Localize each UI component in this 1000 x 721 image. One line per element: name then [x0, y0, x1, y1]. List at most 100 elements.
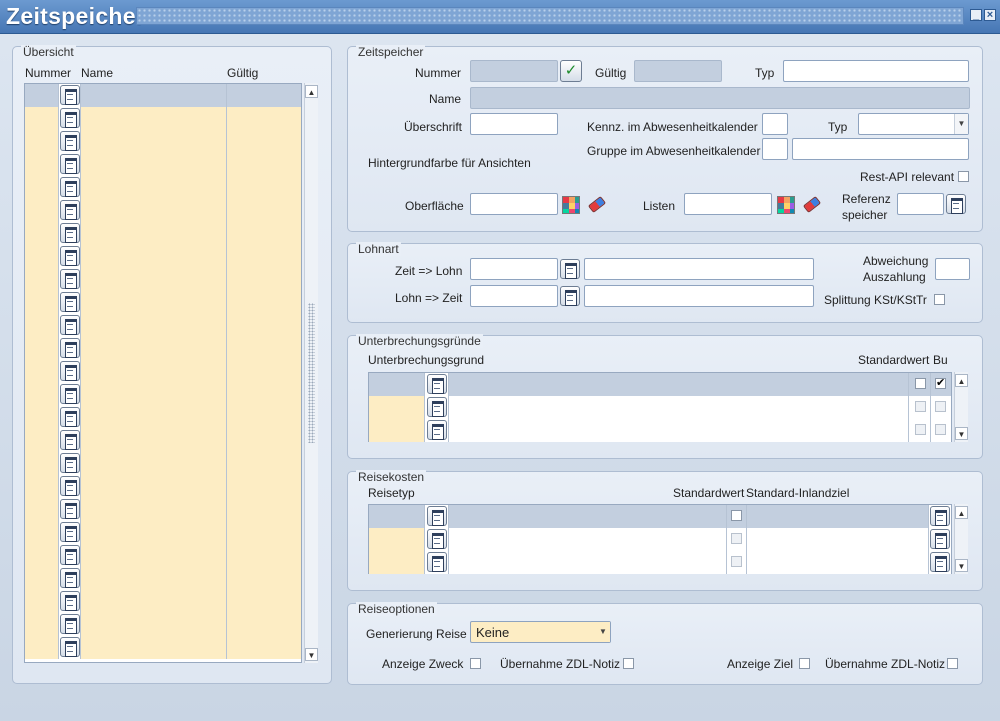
- referenz-field[interactable]: [897, 193, 944, 215]
- code-cell[interactable]: [369, 373, 425, 396]
- name-cell[interactable]: [81, 130, 227, 153]
- listen-field[interactable]: [684, 193, 772, 215]
- name-cell[interactable]: [81, 613, 227, 636]
- bu-checkbox[interactable]: ✔: [935, 377, 946, 389]
- reisekosten-table[interactable]: [368, 504, 952, 574]
- gueltig-cell[interactable]: [227, 291, 301, 314]
- name-cell[interactable]: [81, 521, 227, 544]
- standard-checkbox[interactable]: [731, 533, 742, 544]
- gueltig-cell[interactable]: [227, 521, 301, 544]
- list-of-values-icon[interactable]: [427, 552, 447, 572]
- list-of-values-icon[interactable]: [60, 292, 80, 312]
- nummer-cell[interactable]: [25, 84, 59, 107]
- table-row[interactable]: [25, 268, 301, 291]
- gueltig-cell[interactable]: [227, 337, 301, 360]
- scroll-down-icon[interactable]: ▼: [305, 648, 318, 661]
- gueltig-cell[interactable]: [227, 544, 301, 567]
- nummer-cell[interactable]: [25, 590, 59, 613]
- anzeige-zweck-checkbox[interactable]: [470, 658, 481, 669]
- table-row[interactable]: [369, 528, 951, 551]
- nummer-cell[interactable]: [25, 176, 59, 199]
- nummer-cell[interactable]: [25, 429, 59, 452]
- nummer-cell[interactable]: [25, 383, 59, 406]
- list-of-values-icon[interactable]: [427, 374, 447, 394]
- name-cell[interactable]: [81, 498, 227, 521]
- anzeige-ziel-checkbox[interactable]: [799, 658, 810, 669]
- typ-dropdown[interactable]: ▼: [858, 113, 969, 135]
- scroll-up-icon[interactable]: ▲: [955, 374, 968, 387]
- gruppe-code-field[interactable]: [762, 138, 788, 160]
- nummer-field[interactable]: [470, 60, 558, 82]
- titlebar-drag-area[interactable]: [136, 7, 964, 25]
- gueltig-cell[interactable]: [227, 84, 301, 107]
- scroll-up-icon[interactable]: ▲: [955, 506, 968, 519]
- gueltig-cell[interactable]: [227, 429, 301, 452]
- name-cell[interactable]: [81, 544, 227, 567]
- table-row[interactable]: [25, 429, 301, 452]
- gueltig-cell[interactable]: [227, 452, 301, 475]
- list-of-values-icon[interactable]: [60, 361, 80, 381]
- nummer-cell[interactable]: [25, 199, 59, 222]
- table-row[interactable]: [25, 84, 301, 107]
- table-row[interactable]: [25, 452, 301, 475]
- grund-cell[interactable]: [449, 419, 909, 442]
- scroll-down-icon[interactable]: ▼: [955, 559, 968, 572]
- inlandziel-cell[interactable]: [747, 528, 929, 551]
- gueltig-cell[interactable]: [227, 314, 301, 337]
- list-of-values-icon[interactable]: [60, 453, 80, 473]
- gueltig-cell[interactable]: [227, 406, 301, 429]
- minimize-icon[interactable]: _: [970, 9, 982, 21]
- name-cell[interactable]: [81, 406, 227, 429]
- name-cell[interactable]: [81, 199, 227, 222]
- table-row[interactable]: [25, 613, 301, 636]
- splitting-checkbox[interactable]: [934, 294, 945, 305]
- list-of-values-icon[interactable]: [60, 177, 80, 197]
- zeit-lohn-name-field[interactable]: [584, 258, 814, 280]
- list-of-values-icon[interactable]: [60, 545, 80, 565]
- table-row[interactable]: [25, 222, 301, 245]
- nummer-cell[interactable]: [25, 613, 59, 636]
- gueltig-cell[interactable]: [227, 176, 301, 199]
- chevron-down-icon[interactable]: ▼: [596, 622, 610, 642]
- nummer-cell[interactable]: [25, 245, 59, 268]
- grund-cell[interactable]: [449, 373, 909, 396]
- name-cell[interactable]: [81, 291, 227, 314]
- table-row[interactable]: ✔: [369, 373, 951, 396]
- eraser-icon[interactable]: [802, 196, 822, 213]
- list-of-values-icon[interactable]: [60, 246, 80, 266]
- inlandziel-cell[interactable]: [747, 551, 929, 574]
- table-row[interactable]: [369, 505, 951, 528]
- nummer-cell[interactable]: [25, 337, 59, 360]
- list-of-values-icon[interactable]: [427, 397, 447, 417]
- gueltig-cell[interactable]: [227, 360, 301, 383]
- nummer-cell[interactable]: [25, 291, 59, 314]
- table-row[interactable]: [25, 590, 301, 613]
- list-of-values-icon[interactable]: [60, 476, 80, 496]
- inlandziel-cell[interactable]: [747, 505, 929, 528]
- table-row[interactable]: [25, 153, 301, 176]
- list-of-values-icon[interactable]: [60, 85, 80, 105]
- gruppe-name-field[interactable]: [792, 138, 969, 160]
- table-row[interactable]: [25, 314, 301, 337]
- list-of-values-icon[interactable]: [60, 499, 80, 519]
- name-cell[interactable]: [81, 153, 227, 176]
- confirm-check-icon[interactable]: ✓: [560, 60, 582, 82]
- uebernahme2-checkbox[interactable]: [947, 658, 958, 669]
- standard-checkbox[interactable]: [915, 378, 926, 389]
- list-of-values-icon[interactable]: [930, 506, 950, 526]
- name-cell[interactable]: [81, 383, 227, 406]
- name-cell[interactable]: [81, 636, 227, 659]
- overview-scrollbar[interactable]: ▲ ▼: [304, 83, 318, 663]
- table-row[interactable]: [25, 521, 301, 544]
- restapi-checkbox[interactable]: [958, 171, 969, 182]
- list-of-values-icon[interactable]: [60, 407, 80, 427]
- generierung-dropdown[interactable]: Keine ▼: [470, 621, 611, 643]
- name-cell[interactable]: [81, 268, 227, 291]
- bu-checkbox[interactable]: [935, 424, 946, 435]
- list-of-values-icon[interactable]: [60, 614, 80, 634]
- table-row[interactable]: [25, 544, 301, 567]
- bu-checkbox[interactable]: [935, 401, 946, 412]
- lohn-zeit-name-field[interactable]: [584, 285, 814, 307]
- gueltig-cell[interactable]: [227, 567, 301, 590]
- gueltig-cell[interactable]: [227, 245, 301, 268]
